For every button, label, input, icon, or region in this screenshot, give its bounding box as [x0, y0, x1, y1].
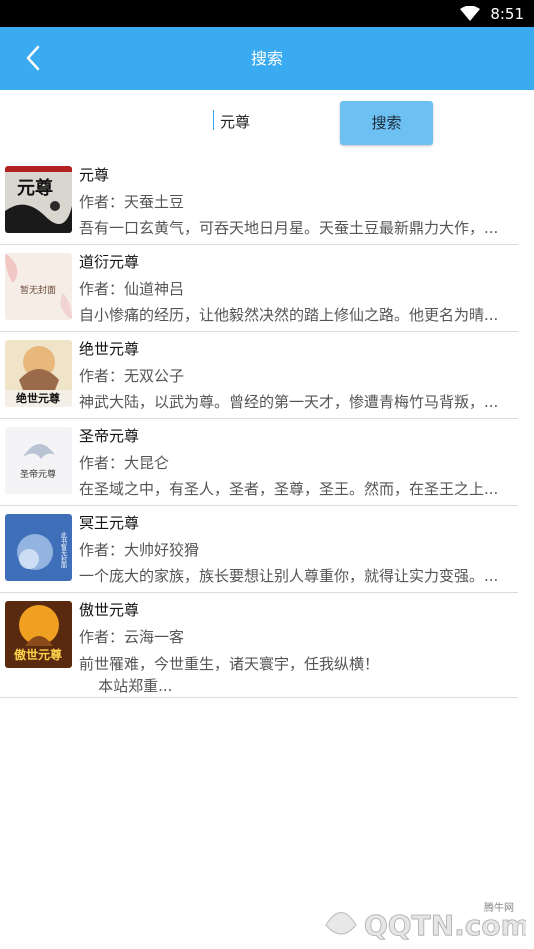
list-item[interactable]: 暂无封面 道衍元尊 作者：仙道神吕 自小惨痛的经历，让他毅然决然的踏上修仙之路。… — [0, 245, 518, 332]
cover-text: 傲世元尊 — [14, 647, 62, 662]
status-bar: 8:51 — [0, 0, 534, 27]
results-list: 元尊 元尊 作者：天蚕土豆 吾有一口玄黄气，可吞天地日月星。天蚕土豆最新鼎力大作… — [0, 158, 534, 698]
search-button[interactable]: 搜索 — [340, 101, 433, 145]
wifi-icon — [460, 6, 481, 21]
book-cover: 元尊 — [5, 166, 72, 233]
book-title: 冥王元尊 — [79, 514, 140, 532]
book-author: 作者：大昆仑 — [79, 454, 170, 472]
book-author: 作者：云海一客 — [79, 628, 185, 646]
list-item[interactable]: 元尊 元尊 作者：天蚕土豆 吾有一口玄黄气，可吞天地日月星。天蚕土豆最新鼎力大作… — [0, 158, 518, 245]
text-cursor — [213, 110, 214, 130]
cover-text: 元尊 — [17, 177, 53, 199]
book-author: 作者：天蚕土豆 — [79, 193, 185, 211]
book-title: 傲世元尊 — [79, 601, 140, 619]
watermark-text: 腾牛网 — [484, 901, 514, 914]
cover-text: 绝世元尊 — [16, 391, 60, 405]
book-description: 神武大陆，以武为尊。曾经的第一天才，惨遭青梅竹马背叛，... — [79, 393, 499, 411]
status-icons: 8:51 — [460, 3, 524, 25]
page-title: 搜索 — [250, 49, 283, 68]
search-input[interactable] — [150, 107, 320, 135]
book-cover: 圣帝元尊 — [5, 427, 72, 494]
search-bar: 搜索 — [0, 90, 534, 158]
book-title: 圣帝元尊 — [79, 427, 140, 445]
book-cover: 绝世元尊 — [5, 340, 72, 407]
book-description: 在圣域之中，有圣人，圣者，圣尊，圣王。然而，在圣王之上... — [79, 480, 499, 498]
book-description: 自小惨痛的经历，让他毅然决然的踏上修仙之路。他更名为晴... — [79, 306, 499, 324]
book-cover: 此书暂无封面 — [5, 514, 72, 581]
list-item[interactable]: 傲世元尊 傲世元尊 作者：云海一客 前世罹难，今世重生，诸天寰宇，任我纵横！ 本… — [0, 593, 518, 698]
book-title: 元尊 — [79, 166, 110, 184]
watermark-logo: QQTN.com 腾牛网 — [316, 895, 530, 945]
list-item[interactable]: 圣帝元尊 圣帝元尊 作者：大昆仑 在圣域之中，有圣人，圣者，圣尊，圣王。然而，在… — [0, 419, 518, 506]
book-cover: 傲世元尊 — [5, 601, 72, 668]
book-title: 绝世元尊 — [79, 340, 140, 358]
book-description: 一个庞大的家族，族长要想让别人尊重你，就得让实力变强。... — [79, 567, 499, 585]
status-time: 8:51 — [490, 5, 524, 23]
book-description: 前世罹难，今世重生，诸天寰宇，任我纵横！ 本站郑重... — [79, 655, 380, 695]
book-cover: 暂无封面 — [5, 253, 72, 320]
list-item[interactable]: 此书暂无封面 冥王元尊 作者：大帅好狡猾 一个庞大的家族，族长要想让别人尊重你，… — [0, 506, 518, 593]
book-title: 道衍元尊 — [79, 253, 140, 271]
book-author: 作者：无双公子 — [79, 367, 185, 385]
cover-text: 暂无封面 — [20, 284, 56, 296]
book-description: 吾有一口玄黄气，可吞天地日月星。天蚕土豆最新鼎力大作，... — [79, 219, 499, 237]
book-author: 作者：仙道神吕 — [79, 280, 185, 298]
book-author: 作者：大帅好狡猾 — [79, 541, 200, 559]
list-item[interactable]: 绝世元尊 绝世元尊 作者：无双公子 神武大陆，以武为尊。曾经的第一天才，惨遭青梅… — [0, 332, 518, 419]
app-bar: 搜索 — [0, 27, 534, 90]
cover-text: 圣帝元尊 — [20, 468, 56, 480]
cover-text: 此书暂无封面 — [60, 531, 67, 569]
